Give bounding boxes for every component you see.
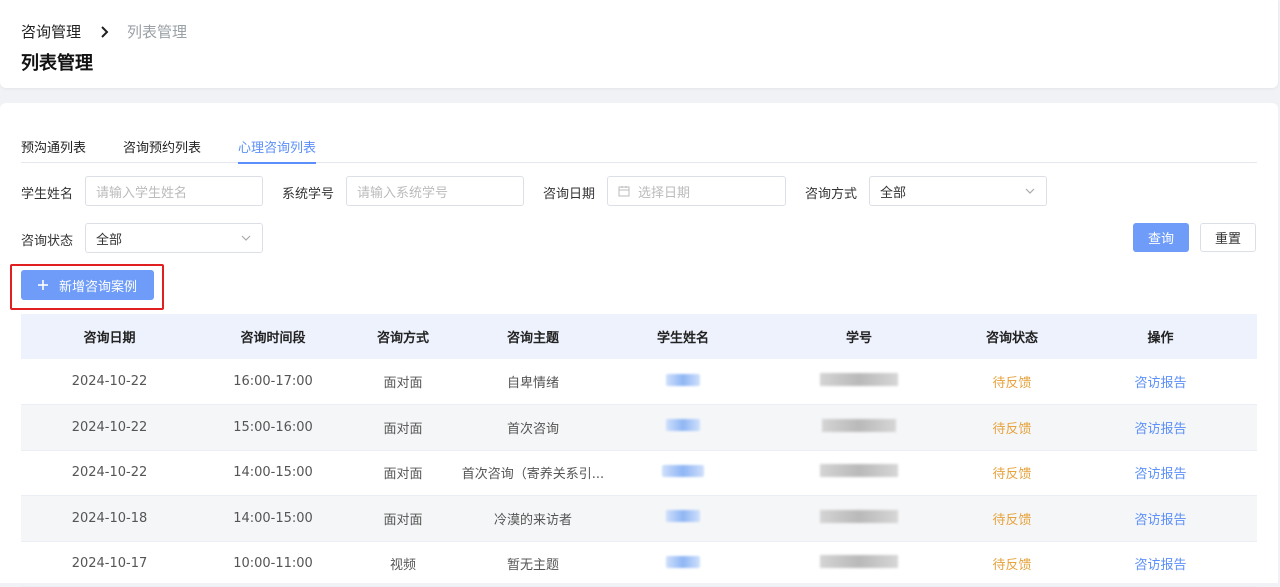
cell-method: 面对面 <box>383 512 423 528</box>
query-button[interactable]: 查询 <box>1133 223 1189 252</box>
report-link[interactable]: 咨访报告 <box>1064 359 1257 405</box>
cell-student-name-redacted[interactable] <box>608 450 758 496</box>
cell-status: 待反馈 <box>992 512 1032 528</box>
cell-status: 待反馈 <box>992 376 1032 391</box>
header-student-name: 学生姓名 <box>656 331 709 346</box>
report-link[interactable]: 咨访报告 <box>1064 496 1257 542</box>
tab-pre-communication[interactable]: 预沟通列表 <box>21 135 86 163</box>
cell-status: 待反馈 <box>992 467 1032 483</box>
cell-student-name-redacted[interactable] <box>608 359 758 405</box>
cell-date: 2024-10-17 <box>71 556 148 572</box>
method-select[interactable]: 全部 <box>869 176 1047 206</box>
status-select-value: 全部 <box>96 232 123 248</box>
cell-student-id-redacted <box>758 450 960 496</box>
cell-time: 10:00-11:00 <box>233 556 313 572</box>
cell-method: 视频 <box>389 558 416 574</box>
cell-status: 待反馈 <box>992 421 1032 437</box>
cell-student-name-redacted[interactable] <box>608 496 758 542</box>
chevron-right-icon <box>97 24 113 40</box>
student-name-placeholder: 请输入学生姓名 <box>96 185 188 201</box>
cell-date: 2024-10-22 <box>71 374 148 389</box>
cell-student-id-redacted <box>758 496 960 542</box>
header-status: 咨询状态 <box>985 331 1038 346</box>
cell-student-id-redacted <box>758 541 960 587</box>
chevron-down-icon <box>240 232 252 244</box>
table-row: 2024-10-17 10:00-11:00 视频 暂无主题 待反馈 咨访报告 <box>21 541 1257 587</box>
report-link[interactable]: 咨访报告 <box>1064 405 1257 451</box>
add-case-button[interactable]: 新增咨询案例 <box>21 270 154 300</box>
table-row: 2024-10-22 14:00-15:00 面对面 首次咨询（寄养关系引...… <box>21 450 1257 496</box>
header-card: 咨询管理 列表管理 列表管理 <box>0 0 1278 88</box>
method-label: 咨询方式 <box>805 187 858 202</box>
cell-topic: 首次咨询 <box>506 421 559 437</box>
cell-topic: 冷漠的来访者 <box>493 512 572 528</box>
student-name-input[interactable]: 请输入学生姓名 <box>85 176 263 206</box>
cell-status: 待反馈 <box>992 558 1032 574</box>
header-topic: 咨询主题 <box>506 331 559 346</box>
cell-student-id-redacted <box>758 405 960 451</box>
calendar-icon <box>618 185 630 197</box>
header-student-id: 学号 <box>845 331 872 346</box>
cell-time: 16:00-17:00 <box>233 374 313 389</box>
breadcrumb-parent[interactable]: 咨询管理 <box>21 21 81 42</box>
cell-topic: 首次咨询（寄养关系引... <box>461 467 605 483</box>
date-placeholder: 选择日期 <box>638 185 691 201</box>
plus-icon <box>37 279 49 291</box>
cell-date: 2024-10-22 <box>71 465 148 481</box>
cell-date: 2024-10-18 <box>71 510 148 526</box>
cell-time: 15:00-16:00 <box>233 419 313 435</box>
header-date: 咨询日期 <box>83 331 136 346</box>
chevron-down-icon <box>1024 185 1036 197</box>
report-link[interactable]: 咨访报告 <box>1064 450 1257 496</box>
breadcrumb-current: 列表管理 <box>127 23 188 41</box>
table-row: 2024-10-22 15:00-16:00 面对面 首次咨询 待反馈 咨访报告 <box>21 404 1257 451</box>
cell-date: 2024-10-22 <box>71 419 148 435</box>
system-id-input[interactable]: 请输入系统学号 <box>346 176 524 206</box>
cell-method: 面对面 <box>383 467 423 483</box>
method-select-value: 全部 <box>880 185 907 201</box>
tab-appointment-list[interactable]: 咨询预约列表 <box>123 135 201 163</box>
cell-student-id-redacted <box>758 359 960 405</box>
page-title: 列表管理 <box>21 53 93 74</box>
status-label: 咨询状态 <box>21 234 74 249</box>
tab-bar: 预沟通列表 咨询预约列表 心理咨询列表 <box>21 135 1257 164</box>
cell-topic: 暂无主题 <box>506 558 559 574</box>
add-case-label: 新增咨询案例 <box>59 279 138 295</box>
breadcrumb: 咨询管理 列表管理 <box>21 21 187 42</box>
status-select[interactable]: 全部 <box>85 223 263 253</box>
counseling-table: 咨询日期 咨询时间段 咨询方式 咨询主题 学生姓名 学号 咨询状态 操作 202… <box>21 314 1257 587</box>
cell-time: 14:00-15:00 <box>233 465 313 481</box>
cell-time: 14:00-15:00 <box>233 510 313 526</box>
student-name-label: 学生姓名 <box>21 187 74 202</box>
system-id-placeholder: 请输入系统学号 <box>357 185 449 201</box>
cell-method: 面对面 <box>383 421 423 437</box>
reset-button[interactable]: 重置 <box>1200 223 1256 252</box>
tab-counseling-list[interactable]: 心理咨询列表 <box>238 135 317 164</box>
cell-method: 面对面 <box>383 376 423 391</box>
header-method: 咨询方式 <box>376 331 429 346</box>
header-action: 操作 <box>1147 331 1174 346</box>
cell-topic: 自卑情绪 <box>506 376 559 391</box>
table-header-row: 咨询日期 咨询时间段 咨询方式 咨询主题 学生姓名 学号 咨询状态 操作 <box>21 314 1257 359</box>
report-link[interactable]: 咨访报告 <box>1064 541 1257 587</box>
table-row: 2024-10-22 16:00-17:00 面对面 自卑情绪 待反馈 咨访报告 <box>21 359 1257 405</box>
table-row: 2024-10-18 14:00-15:00 面对面 冷漠的来访者 待反馈 咨访… <box>21 495 1257 542</box>
cell-student-name-redacted[interactable] <box>608 405 758 451</box>
cell-student-name-redacted[interactable] <box>608 541 758 587</box>
header-time: 咨询时间段 <box>240 331 306 346</box>
date-label: 咨询日期 <box>543 187 596 202</box>
date-picker[interactable]: 选择日期 <box>607 176 786 206</box>
system-id-label: 系统学号 <box>282 187 335 202</box>
main-card: 预沟通列表 咨询预约列表 心理咨询列表 学生姓名 请输入学生姓名 系统学号 请输… <box>0 103 1278 587</box>
